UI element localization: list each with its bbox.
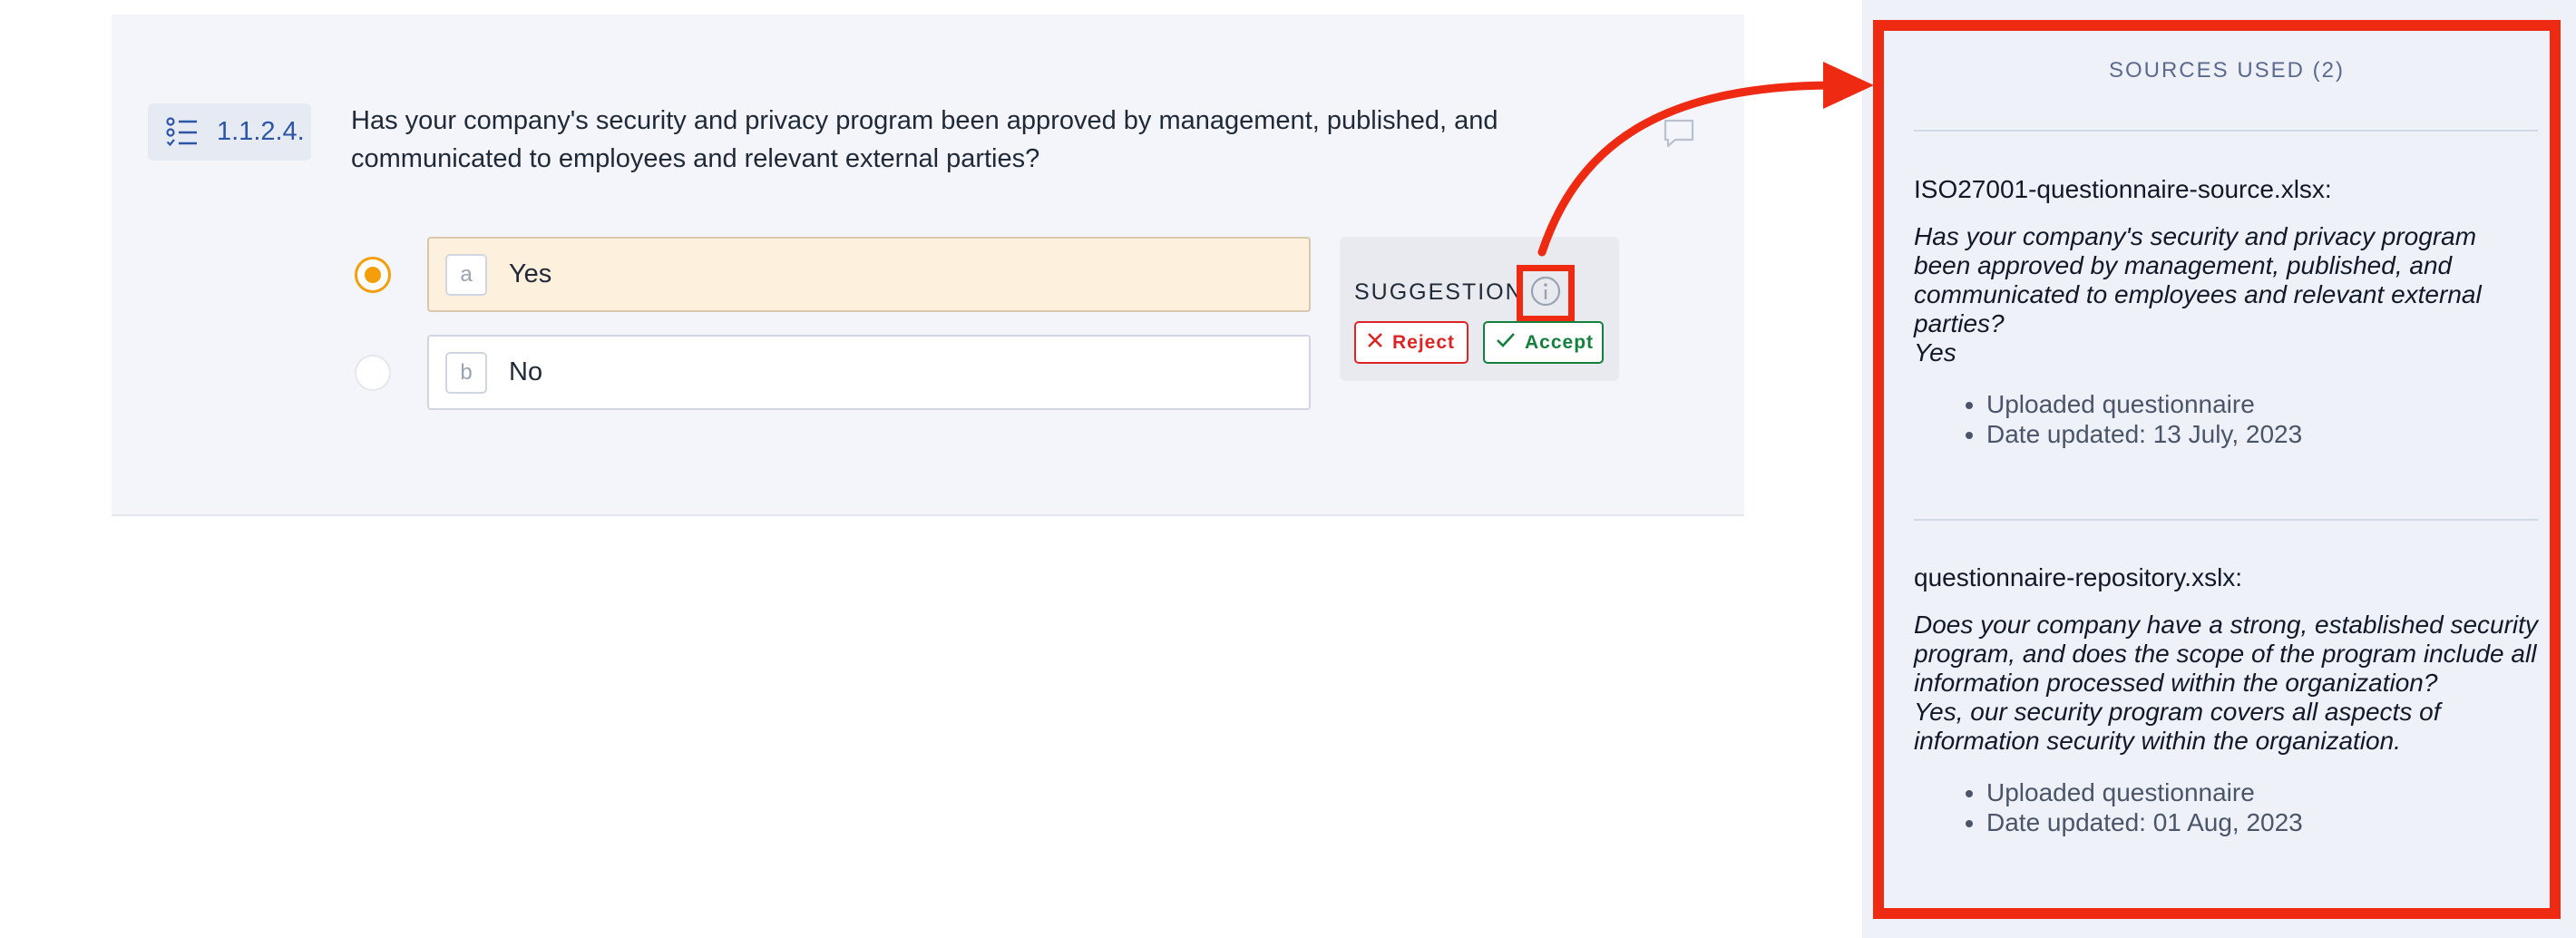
info-highlight-box bbox=[1517, 265, 1575, 322]
question-number: 1.1.2.4. bbox=[217, 117, 305, 146]
source-meta-item: Uploaded questionnaire bbox=[1986, 777, 2540, 807]
option-letter: b bbox=[445, 351, 487, 394]
info-icon[interactable] bbox=[1529, 275, 1562, 312]
question-text: Has your company's security and privacy … bbox=[351, 106, 1498, 173]
source-item: ISO27001-questionnaire-source.xlsx: Has … bbox=[1914, 175, 2540, 449]
sources-divider bbox=[1914, 519, 2538, 521]
source-question: Has your company's security and privacy … bbox=[1914, 222, 2482, 337]
source-file-name: questionnaire-repository.xslx: bbox=[1914, 563, 2243, 591]
option-letter: a bbox=[445, 253, 487, 296]
x-icon bbox=[1367, 332, 1383, 354]
source-meta-item: Date updated: 13 July, 2023 bbox=[1986, 419, 2540, 449]
reject-label: Reject bbox=[1392, 331, 1456, 353]
comment-icon[interactable] bbox=[1663, 117, 1695, 154]
option-row-b: b No bbox=[355, 335, 1311, 410]
source-meta-item: Uploaded questionnaire bbox=[1986, 389, 2540, 419]
option-radio-a[interactable] bbox=[355, 256, 391, 293]
suggestion-panel: SUGGESTION Reject Accept bbox=[1340, 237, 1619, 381]
source-answer: Yes bbox=[1914, 338, 1956, 366]
source-meta-list: Uploaded questionnaire Date updated: 01 … bbox=[1914, 777, 2540, 837]
option-label: Yes bbox=[509, 259, 552, 288]
sources-divider bbox=[1914, 130, 2538, 132]
option-label: No bbox=[509, 357, 543, 386]
source-file-name: ISO27001-questionnaire-source.xlsx: bbox=[1914, 175, 2332, 203]
source-question: Does your company have a strong, establi… bbox=[1914, 611, 2538, 697]
sources-title: SOURCES USED (2) bbox=[2108, 58, 2346, 83]
accept-button[interactable]: Accept bbox=[1483, 321, 1604, 364]
source-meta-list: Uploaded questionnaire Date updated: 13 … bbox=[1914, 389, 2540, 449]
suggestion-title: SUGGESTION bbox=[1354, 279, 1524, 305]
source-item: questionnaire-repository.xslx: Does your… bbox=[1914, 563, 2540, 837]
question-number-badge: 1.1.2.4. bbox=[148, 103, 311, 161]
option-row-a: a Yes bbox=[355, 237, 1311, 312]
checklist-icon bbox=[166, 116, 199, 148]
question-card: 1.1.2.4. Has your company's security and… bbox=[112, 15, 1744, 516]
option-a[interactable]: a Yes bbox=[427, 237, 1311, 312]
source-answer: Yes, our security program covers all asp… bbox=[1914, 698, 2441, 755]
option-b[interactable]: b No bbox=[427, 335, 1311, 410]
check-icon bbox=[1496, 332, 1516, 354]
reject-button[interactable]: Reject bbox=[1354, 321, 1469, 364]
source-meta-item: Date updated: 01 Aug, 2023 bbox=[1986, 807, 2540, 837]
option-radio-b[interactable] bbox=[355, 354, 391, 391]
accept-label: Accept bbox=[1525, 331, 1595, 353]
